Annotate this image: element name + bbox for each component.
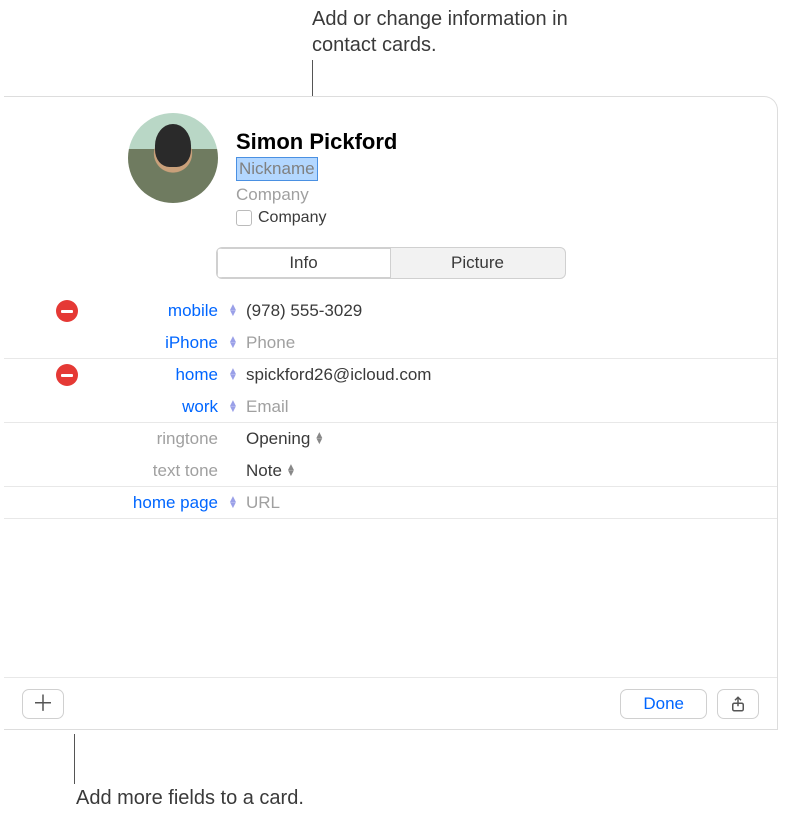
name-block: Simon Pickford Nickname Company Company (236, 109, 397, 227)
row-email-work: work ▲▼ Email (4, 391, 777, 423)
contact-avatar[interactable] (128, 113, 218, 203)
callout-edit-info: Add or change information in contact car… (312, 6, 632, 58)
fields-list: mobile ▲▼ (978) 555-3029 iPhone ▲▼ Phone… (4, 295, 777, 519)
label-iphone[interactable]: iPhone (78, 333, 228, 353)
share-icon (729, 695, 747, 713)
add-field-button[interactable]: ＋ (22, 689, 64, 719)
tab-info[interactable]: Info (217, 248, 391, 278)
label-home[interactable]: home (78, 365, 228, 385)
popup-arrows-icon[interactable]: ▲▼ (228, 337, 238, 349)
value-homepage[interactable]: URL (238, 493, 777, 513)
popup-arrows-icon[interactable]: ▲▼ (228, 497, 238, 509)
tab-picture[interactable]: Picture (391, 248, 565, 278)
row-homepage: home page ▲▼ URL (4, 487, 777, 519)
company-checkbox[interactable] (236, 210, 252, 226)
remove-placeholder (56, 492, 78, 514)
value-ringtone-cell: Opening ▲▼ (238, 429, 777, 449)
nickname-field[interactable]: Nickname (236, 157, 318, 181)
row-ringtone: ringtone ▲▼ Opening ▲▼ (4, 423, 777, 455)
row-phone-iphone: iPhone ▲▼ Phone (4, 327, 777, 359)
company-field[interactable]: Company (236, 185, 397, 205)
label-mobile[interactable]: mobile (78, 301, 228, 321)
remove-placeholder (56, 460, 78, 482)
popup-arrows-icon: ▲▼ (286, 465, 296, 477)
nickname-field-wrap: Nickname (236, 157, 397, 181)
texttone-popup[interactable]: Note ▲▼ (246, 461, 296, 481)
ringtone-value: Opening (246, 429, 310, 449)
popup-arrows-icon[interactable]: ▲▼ (228, 401, 238, 413)
contact-card-window: Simon Pickford Nickname Company Company … (4, 96, 778, 730)
popup-arrows-icon[interactable]: ▲▼ (228, 305, 238, 317)
card-header: Simon Pickford Nickname Company Company (4, 97, 777, 235)
card-footer: ＋ Done (4, 677, 777, 729)
value-email-home[interactable]: spickford26@icloud.com (238, 365, 777, 385)
remove-phone-button[interactable] (56, 300, 78, 322)
texttone-value: Note (246, 461, 282, 481)
callout-leader-line-bottom (74, 734, 75, 784)
value-iphone[interactable]: Phone (238, 333, 777, 353)
row-phone-mobile: mobile ▲▼ (978) 555-3029 (4, 295, 777, 327)
remove-placeholder (56, 428, 78, 450)
done-button[interactable]: Done (620, 689, 707, 719)
label-ringtone: ringtone (78, 429, 228, 449)
info-picture-segmented: Info Picture (216, 247, 566, 279)
company-checkbox-row: Company (236, 209, 397, 227)
share-button[interactable] (717, 689, 759, 719)
value-texttone-cell: Note ▲▼ (238, 461, 777, 481)
row-texttone: text tone ▲▼ Note ▲▼ (4, 455, 777, 487)
value-mobile[interactable]: (978) 555-3029 (238, 301, 777, 321)
row-email-home: home ▲▼ spickford26@icloud.com (4, 359, 777, 391)
label-work[interactable]: work (78, 397, 228, 417)
company-checkbox-label: Company (258, 209, 326, 227)
plus-icon: ＋ (32, 693, 54, 715)
remove-placeholder (56, 332, 78, 354)
remove-email-button[interactable] (56, 364, 78, 386)
popup-arrows-icon: ▲▼ (314, 433, 324, 445)
popup-arrows-icon[interactable]: ▲▼ (228, 369, 238, 381)
callout-add-fields: Add more fields to a card. (76, 785, 416, 811)
label-text-tone: text tone (78, 461, 228, 481)
value-email-work[interactable]: Email (238, 397, 777, 417)
label-home-page[interactable]: home page (78, 493, 228, 513)
contact-name[interactable]: Simon Pickford (236, 129, 397, 155)
ringtone-popup[interactable]: Opening ▲▼ (246, 429, 324, 449)
remove-placeholder (56, 396, 78, 418)
